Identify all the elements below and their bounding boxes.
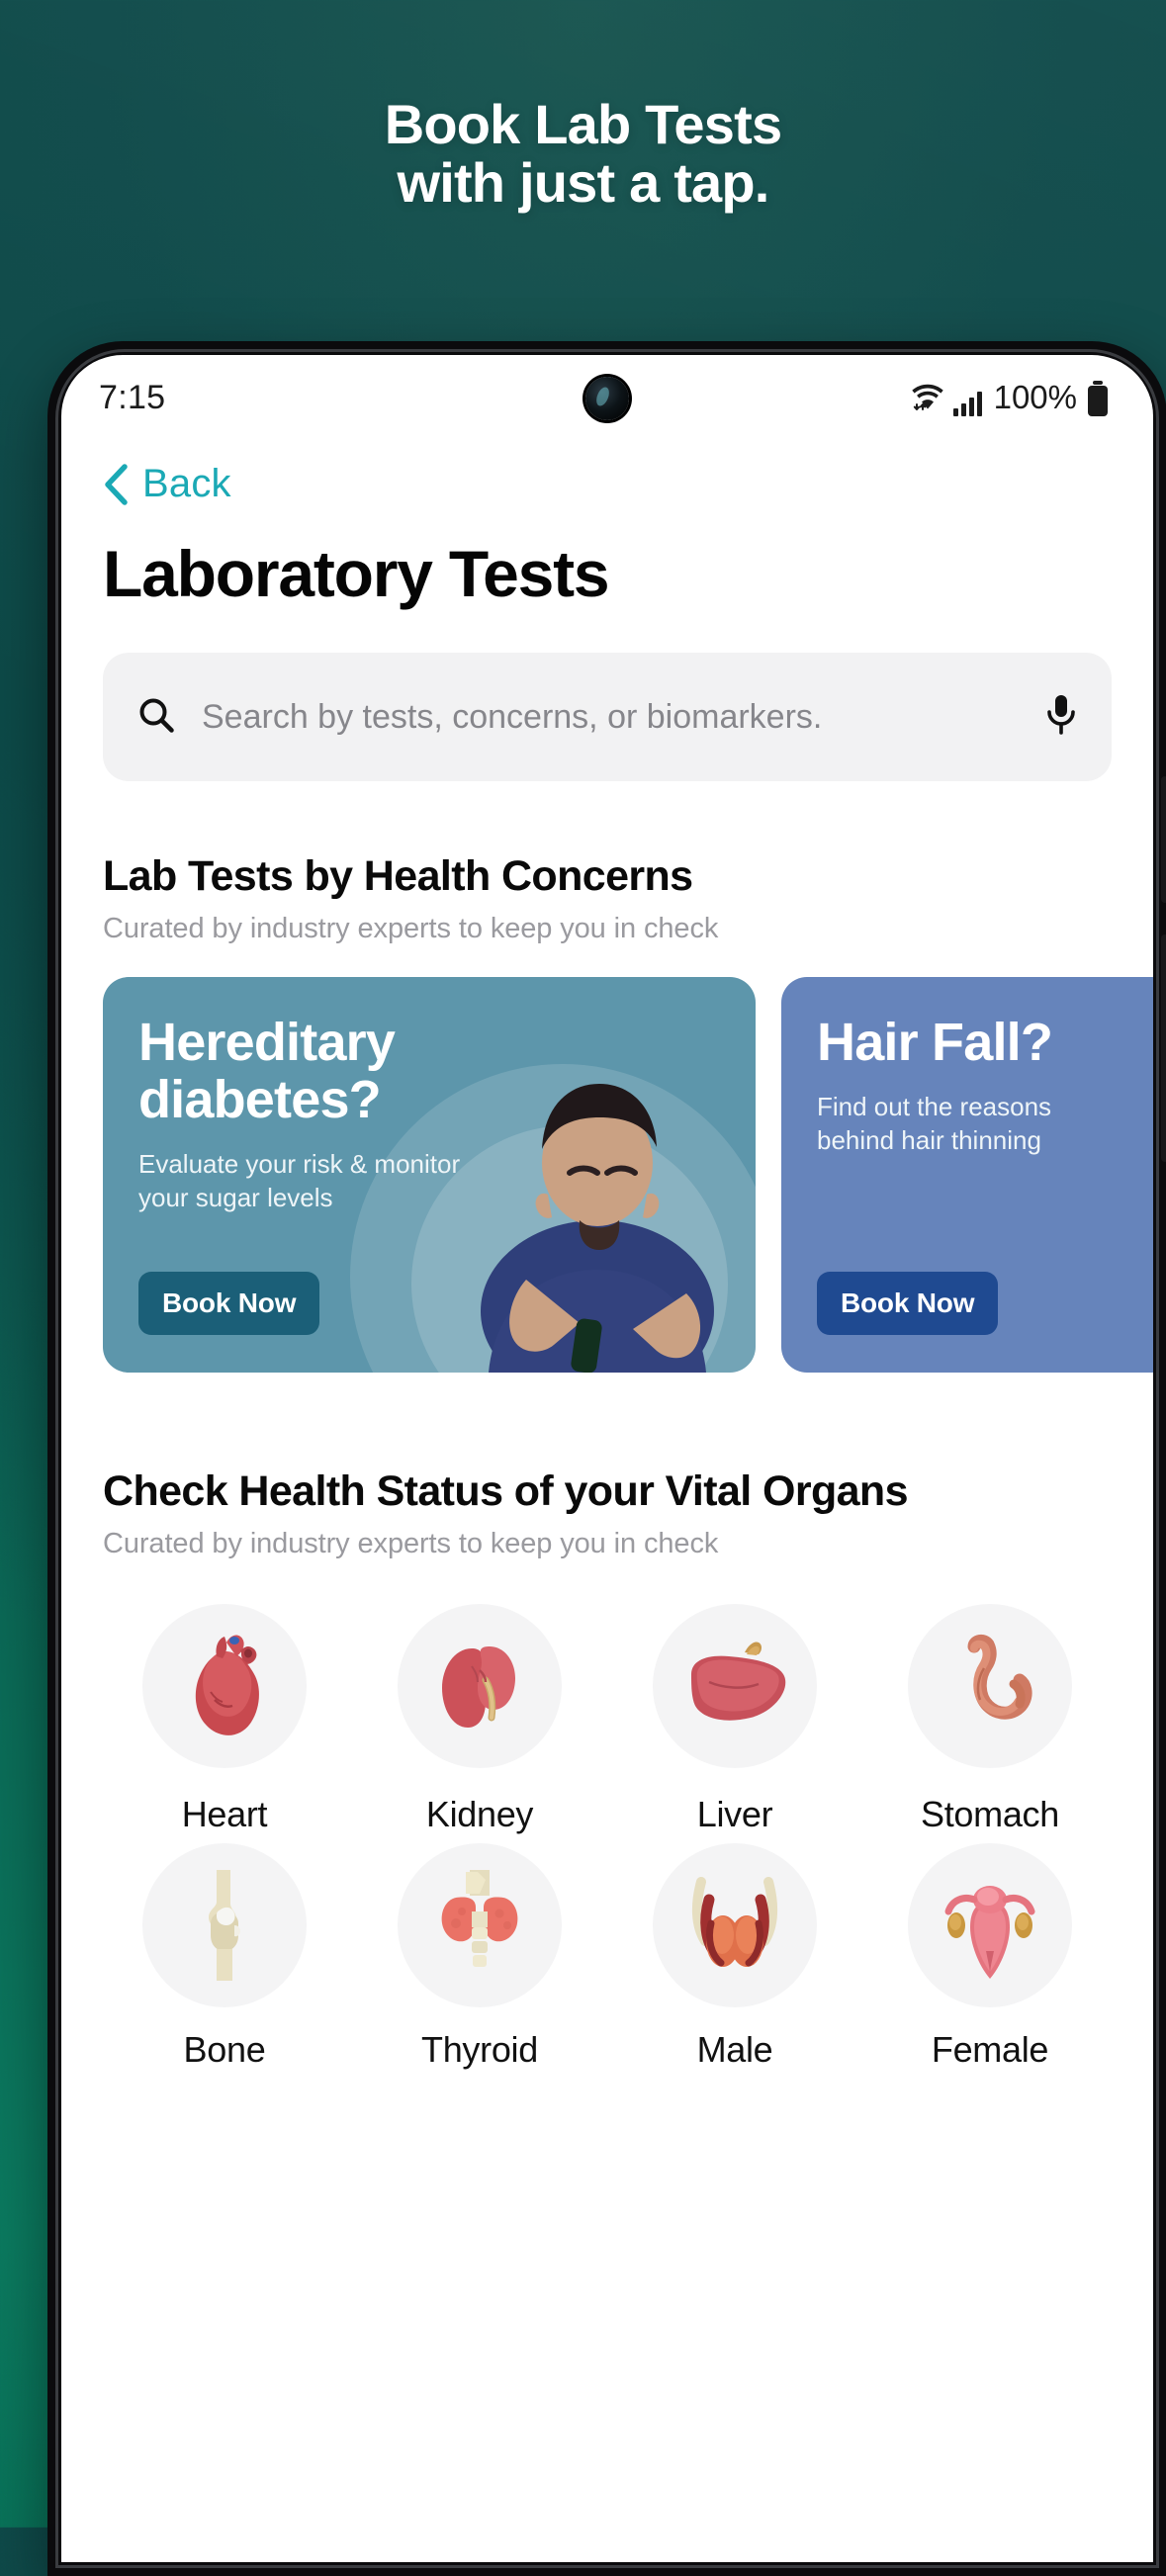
app-content: Back Laboratory Tests Search by tests, c…: [61, 440, 1153, 2071]
organ-item-bone[interactable]: Bone: [97, 1843, 352, 2071]
book-now-button[interactable]: Book Now: [138, 1272, 320, 1335]
organ-item-female[interactable]: Female: [862, 1843, 1118, 2071]
search-input[interactable]: [202, 697, 1019, 737]
concern-card-title: Hereditary diabetes?: [138, 1013, 720, 1129]
book-now-button[interactable]: Book Now: [817, 1272, 999, 1335]
organ-label: Thyroid: [421, 2029, 538, 2070]
male-reproductive-icon: [691, 1877, 778, 1967]
phone-screen: 7:15 100% Back Laboratory Tests Search b…: [61, 355, 1153, 2562]
status-bar: 7:15 100%: [61, 355, 1153, 440]
health-concern-cards[interactable]: Hereditary diabetes? Evaluate your risk …: [61, 977, 1153, 1373]
concern-card-subtitle-line2: your sugar levels: [138, 1182, 333, 1212]
concern-card-title-line1: Hair Fall?: [817, 1013, 1053, 1072]
vital-organs-subtitle: Curated by industry experts to keep you …: [103, 1528, 719, 1559]
page-title: Laboratory Tests: [103, 537, 610, 610]
organ-item-male[interactable]: Male: [607, 1843, 862, 2071]
promo-headline-line2: with just a tap.: [397, 151, 769, 215]
back-button-label: Back: [142, 462, 231, 505]
concern-card-subtitle-line1: Find out the reasons: [817, 1091, 1052, 1121]
organ-item-liver[interactable]: Liver: [607, 1604, 862, 1835]
status-bar-time: 7:15: [99, 378, 166, 416]
organ-item-heart[interactable]: Heart: [97, 1604, 352, 1835]
promo-headline: Book Lab Tests with just a tap.: [0, 95, 1166, 213]
organ-icon-wrap: [142, 1604, 307, 1768]
organ-label: Heart: [181, 1794, 268, 1834]
wifi-icon: [911, 382, 944, 416]
organ-label: Bone: [183, 2029, 266, 2070]
vital-organs-title: Check Health Status of your Vital Organs: [103, 1467, 909, 1515]
phone-power-button[interactable]: [1161, 934, 1166, 1162]
organ-label: Female: [931, 2029, 1049, 2070]
organ-icon-wrap: [908, 1843, 1072, 2007]
vital-organs-grid: Heart Kidney Liver Stomach Bone Thyroid …: [61, 1604, 1153, 2071]
concern-card-subtitle-line2: behind hair thinning: [817, 1125, 1041, 1156]
front-camera-icon: [585, 377, 629, 420]
health-concerns-subtitle: Curated by industry experts to keep you …: [103, 913, 719, 944]
concern-card-title-line1: Hereditary: [138, 1013, 396, 1072]
promo-headline-line1: Book Lab Tests: [384, 93, 782, 155]
organ-label: Male: [696, 2029, 773, 2070]
battery-percent-label: 100%: [993, 379, 1077, 415]
search-bar[interactable]: [103, 653, 1112, 781]
organ-label: Stomach: [921, 1794, 1059, 1834]
organ-icon-wrap: [142, 1843, 307, 2007]
search-icon: [136, 695, 176, 740]
concern-card-subtitle-line1: Evaluate your risk & monitor: [138, 1148, 461, 1179]
health-concerns-section: Lab Tests by Health Concerns Curated by …: [61, 852, 1153, 945]
phone-mockup: 7:15 100% Back Laboratory Tests Search b…: [47, 341, 1166, 2576]
female-reproductive-icon: [944, 1886, 1035, 1979]
organ-item-kidney[interactable]: Kidney: [352, 1604, 607, 1835]
thyroid-organ-icon: [441, 1870, 518, 1967]
organ-label: Kidney: [425, 1794, 534, 1834]
concern-card-title: Hair Fall?: [817, 1013, 1153, 1072]
vital-organs-section: Check Health Status of your Vital Organs…: [61, 1467, 1153, 1560]
concern-card-hairfall[interactable]: Hair Fall? Find out the reasons behind h…: [781, 977, 1153, 1373]
liver-organ-icon: [691, 1642, 786, 1721]
organ-icon-wrap: [653, 1843, 817, 2007]
bone-joint-icon: [209, 1870, 240, 1981]
organ-item-stomach[interactable]: Stomach: [862, 1604, 1118, 1835]
organ-icon-wrap: [398, 1604, 562, 1768]
heart-organ-icon: [195, 1635, 259, 1735]
signal-bars-icon: [952, 391, 982, 416]
concern-card-diabetes[interactable]: Hereditary diabetes? Evaluate your risk …: [103, 977, 756, 1373]
microphone-icon[interactable]: [1044, 693, 1078, 742]
stomach-organ-icon: [967, 1634, 1032, 1720]
organ-label: Liver: [696, 1794, 773, 1834]
concern-card-title-line2: diabetes?: [138, 1069, 382, 1129]
organ-icon-wrap: [398, 1843, 562, 2007]
organ-item-thyroid[interactable]: Thyroid: [352, 1843, 607, 2071]
chevron-left-icon: [103, 463, 129, 505]
status-bar-indicators: 100%: [911, 379, 1108, 416]
back-button[interactable]: Back: [61, 440, 1153, 506]
concern-card-subtitle: Evaluate your risk & monitor your sugar …: [138, 1147, 720, 1215]
concern-card-subtitle: Find out the reasons behind hair thinnin…: [817, 1090, 1153, 1158]
battery-icon: [1088, 386, 1108, 416]
health-concerns-title: Lab Tests by Health Concerns: [103, 852, 693, 900]
organ-icon-wrap: [908, 1604, 1072, 1768]
phone-volume-button[interactable]: [1161, 776, 1166, 903]
kidney-organ-icon: [442, 1646, 515, 1728]
organ-icon-wrap: [653, 1604, 817, 1768]
